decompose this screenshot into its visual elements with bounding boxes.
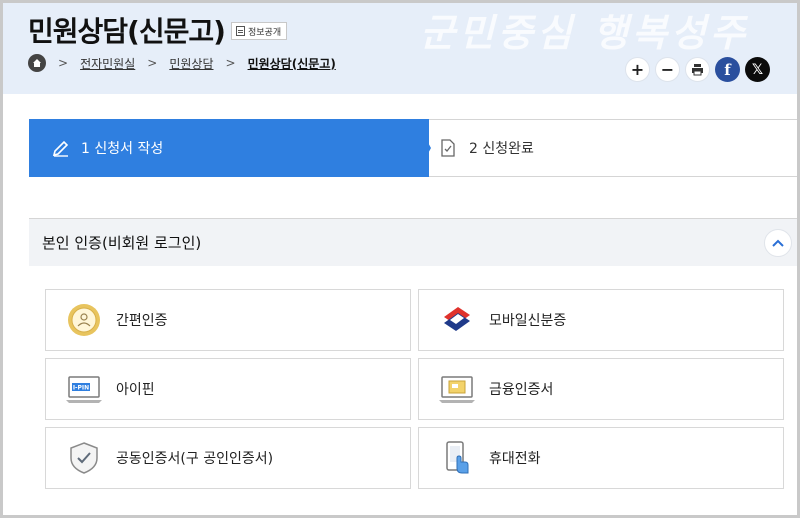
x-share-button[interactable]: 𝕏: [745, 57, 770, 82]
auth-mobile-phone[interactable]: 휴대전화: [418, 427, 784, 489]
breadcrumb: > 전자민원실 > 민원상담 > 민원상담(신문고): [28, 54, 336, 72]
svg-text:I-PIN: I-PIN: [73, 385, 89, 392]
step-arrow: [415, 119, 431, 177]
step-indicator: 1 신청서 작성 2 신청완료: [29, 119, 798, 177]
zoom-out-button[interactable]: −: [655, 57, 680, 82]
zoom-in-button[interactable]: +: [625, 57, 650, 82]
auth-mobile-id[interactable]: 모바일신분증: [418, 289, 784, 351]
financial-cert-icon: [439, 371, 475, 407]
print-button[interactable]: [685, 57, 710, 82]
auth-mobile-id-label: 모바일신분증: [489, 313, 567, 329]
auth-simple-label: 간편인증: [116, 313, 168, 329]
auth-financial-cert-label: 금융인증서: [489, 382, 554, 398]
pencil-icon: [52, 140, 69, 157]
page-header: 군민중심 행복성주 민원상담(신문고) 정보공개 > 전자민원실 > 민원상담 …: [0, 0, 800, 94]
chevron-right-icon: >: [147, 56, 158, 70]
simple-auth-icon: [66, 302, 102, 338]
breadcrumb-item-consultation[interactable]: 민원상담: [169, 55, 213, 72]
mobile-id-icon: [439, 302, 475, 338]
step-2-inactive: 2 신청완료: [439, 120, 534, 176]
auth-mobile-phone-label: 휴대전화: [489, 451, 541, 467]
document-check-icon: [441, 139, 455, 157]
step-2-label: 2 신청완료: [469, 141, 534, 157]
info-badge-label: 정보공개: [248, 27, 282, 38]
chevron-right-icon: >: [58, 56, 69, 70]
auth-simple[interactable]: 간편인증: [45, 289, 411, 351]
header-watermark: 군민중심 행복성주: [420, 10, 749, 55]
facebook-share-button[interactable]: f: [715, 57, 740, 82]
step-1-label: 1 신청서 작성: [81, 141, 164, 157]
collapse-button[interactable]: [764, 229, 792, 257]
home-icon[interactable]: [28, 54, 46, 72]
page-tools: + − f 𝕏: [625, 57, 770, 82]
section-title: 본인 인증(비회원 로그인): [42, 234, 202, 252]
breadcrumb-item-current[interactable]: 민원상담(신문고): [248, 55, 336, 72]
auth-ipin-label: 아이핀: [116, 382, 155, 398]
joint-cert-icon: [66, 440, 102, 476]
identity-verification-header[interactable]: 본인 인증(비회원 로그인): [29, 218, 798, 266]
step-1-active: 1 신청서 작성: [29, 119, 429, 177]
chevron-right-icon: >: [225, 56, 236, 70]
auth-financial-cert[interactable]: 금융인증서: [418, 358, 784, 420]
page-title: 민원상담(신문고): [28, 15, 226, 48]
auth-joint-cert[interactable]: 공동인증서(구 공인인증서): [45, 427, 411, 489]
breadcrumb-item-e-civil[interactable]: 전자민원실: [80, 55, 135, 72]
document-icon: [236, 26, 245, 36]
auth-joint-cert-label: 공동인증서(구 공인인증서): [116, 451, 274, 467]
mobile-phone-icon: [439, 440, 475, 476]
info-disclosure-badge[interactable]: 정보공개: [231, 22, 288, 40]
chevron-up-icon: [772, 239, 784, 247]
ipin-icon: I-PIN: [66, 371, 102, 407]
print-icon: [692, 64, 703, 76]
auth-ipin[interactable]: I-PIN 아이핀: [45, 358, 411, 420]
